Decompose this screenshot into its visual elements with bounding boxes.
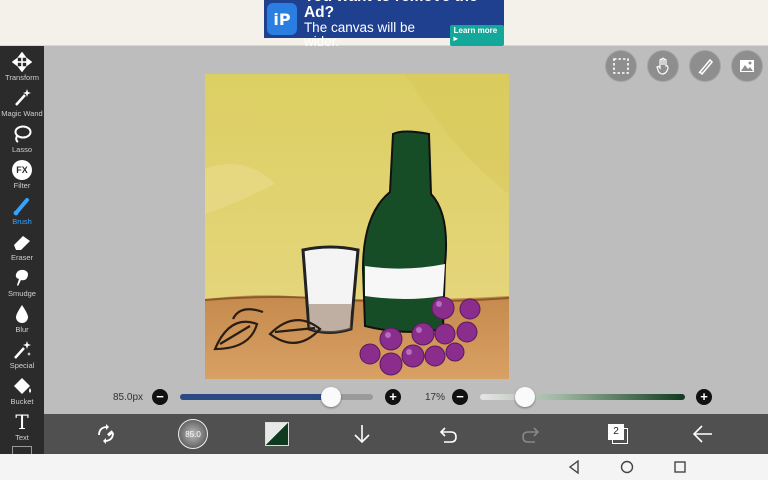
tool-lasso[interactable]: Lasso (0, 122, 44, 158)
lasso-icon (14, 125, 32, 143)
tool-label: Text (15, 433, 29, 442)
ad-headline: You want to remove the Ad? (303, 0, 478, 21)
tool-label: Magic Wand (1, 109, 43, 118)
canvas-area[interactable]: 85.0px − + 17% − + (44, 46, 768, 414)
learn-more-label: Learn more (453, 25, 498, 35)
move-arrows-icon (12, 52, 32, 72)
text-glyph: T (15, 410, 29, 434)
swap-tools-button[interactable] (92, 420, 120, 448)
ruler-button[interactable] (689, 50, 721, 82)
brush-size-slider[interactable] (180, 394, 373, 400)
tool-label: Lasso (11, 145, 32, 154)
opacity-slider[interactable] (480, 394, 685, 400)
hand-gesture-button[interactable] (647, 50, 679, 82)
remove-ad-banner[interactable]: iP You want to remove the Ad? The canvas… (264, 0, 504, 49)
tool-label: Blur (15, 325, 29, 334)
hand-gesture-icon (656, 57, 669, 75)
tool-text[interactable]: T Text (0, 410, 44, 446)
tool-transform[interactable]: Transform (0, 50, 44, 86)
magic-wand-icon (15, 89, 31, 106)
tool-magic-wand[interactable]: Magic Wand (0, 86, 44, 122)
tool-label: Special (9, 361, 35, 370)
back-triangle-icon[interactable] (567, 460, 581, 474)
brush-icon (13, 198, 29, 216)
tool-special[interactable]: Special (0, 338, 44, 374)
tool-label: Filter (13, 181, 31, 190)
recents-square-icon[interactable] (673, 460, 687, 474)
home-circle-icon[interactable] (620, 460, 634, 474)
opacity-minus-button[interactable]: − (452, 389, 468, 405)
artwork-canvas[interactable] (205, 74, 509, 379)
tool-blur[interactable]: Blur (0, 302, 44, 338)
undo-button[interactable] (433, 420, 461, 448)
redo-icon (522, 427, 540, 443)
swap-tools-icon (98, 424, 114, 444)
eraser-icon (14, 236, 30, 250)
left-toolbar: Transform Magic Wand Lasso FX Filter Bru… (0, 46, 44, 454)
layer-count: 2 (613, 426, 619, 437)
undo-icon (439, 427, 457, 443)
redo-button[interactable] (518, 420, 546, 448)
back-button[interactable] (689, 420, 717, 448)
artwork-painting (205, 74, 509, 379)
image-icon (740, 60, 754, 72)
brush-size-plus-button[interactable]: + (385, 389, 401, 405)
tool-label: Bucket (10, 397, 34, 406)
tool-label: Eraser (10, 253, 34, 262)
layers-button[interactable]: 2 (604, 420, 632, 448)
brush-size-thumb[interactable] (320, 387, 341, 407)
brush-size-minus-button[interactable]: − (152, 389, 168, 405)
download-button[interactable] (348, 420, 376, 448)
color-swatch-button[interactable] (263, 420, 291, 448)
brush-size-value: 85.0px (113, 392, 144, 403)
tool-label: Transform (5, 73, 39, 82)
tool-bucket[interactable]: Bucket (0, 374, 44, 410)
brush-size-fill (180, 394, 331, 400)
app-logo-icon: iP (267, 3, 297, 35)
layers-icon: 2 (607, 423, 629, 445)
system-nav-bar (0, 454, 768, 480)
drop-icon (16, 305, 28, 323)
opacity-value: 17% (425, 392, 446, 403)
toolbar-scroll-hint (12, 446, 32, 454)
bucket-icon (14, 378, 31, 394)
tool-label: Smudge (8, 289, 36, 298)
image-button[interactable] (731, 50, 763, 82)
smudge-icon (15, 269, 28, 286)
tool-label: Brush (12, 217, 32, 226)
download-arrow-icon (354, 425, 370, 444)
learn-more-button[interactable]: Learn more ▸ (449, 24, 504, 46)
text-t-icon: T (12, 412, 32, 432)
color-swatch (265, 422, 289, 446)
tool-filter[interactable]: FX Filter (0, 158, 44, 194)
selection-button[interactable] (605, 50, 637, 82)
selection-icon (613, 58, 629, 74)
bottom-toolbar: 85.0 2 (44, 414, 768, 454)
tool-eraser[interactable]: Eraser (0, 230, 44, 266)
sparkle-wand-icon (14, 341, 31, 359)
brush-preview-button[interactable]: 85.0 (178, 419, 208, 449)
ruler-pencil-icon (698, 58, 714, 75)
brush-preview-label: 85.0 (185, 429, 201, 439)
tool-brush[interactable]: Brush (0, 194, 44, 230)
ad-bar: iP You want to remove the Ad? The canvas… (0, 0, 768, 49)
app-logo-text: iP (273, 9, 291, 29)
tool-smudge[interactable]: Smudge (0, 266, 44, 302)
opacity-plus-button[interactable]: + (696, 389, 712, 405)
opacity-thumb[interactable] (514, 387, 535, 407)
fx-glyph: FX (16, 165, 28, 175)
fx-icon: FX (12, 160, 32, 180)
back-arrow-icon (692, 425, 712, 443)
